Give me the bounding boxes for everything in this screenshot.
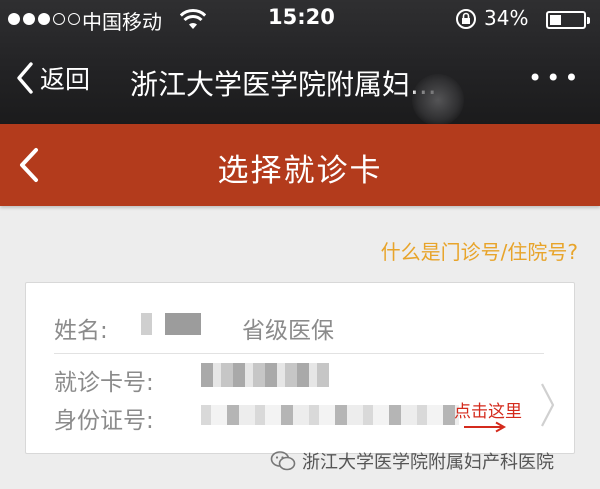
signal-dot [38, 13, 50, 25]
signal-dot-empty [68, 13, 80, 25]
wechat-logo-icon [270, 451, 296, 471]
masked-name [141, 313, 201, 335]
battery-fill [550, 15, 561, 25]
medical-card-item[interactable]: 姓名: 省级医保 就诊卡号: 身份证号: 点击这里 [25, 282, 575, 454]
chevron-left-icon [17, 62, 33, 94]
click-here-annotation: 点击这里 [454, 402, 522, 422]
what-is-outpatient-number-link[interactable]: 什么是门诊号/住院号? [381, 236, 578, 265]
wechat-navigation-bar: 返回 浙江大学医学院附属妇... ••• [0, 44, 600, 126]
carrier-name: 中国移动 [82, 10, 162, 34]
back-label: 返回 [40, 65, 91, 94]
back-button[interactable]: 返回 [14, 60, 90, 96]
id-number-label: 身份证号: [54, 408, 154, 434]
watermark-text: 浙江大学医学院附属妇产科医院 [302, 452, 554, 473]
chevron-right-icon[interactable] [538, 381, 556, 429]
card-divider [54, 353, 544, 354]
wifi-icon [180, 9, 206, 29]
signal-dot-empty [53, 13, 65, 25]
wechat-watermark: 浙江大学医学院附属妇产科医院 [270, 448, 554, 474]
signal-strength-icon [8, 13, 80, 25]
clock: 15:20 [268, 5, 335, 29]
card-number-label: 就诊卡号: [54, 370, 154, 396]
battery-percent: 34% [484, 6, 529, 30]
masked-card-number [201, 363, 329, 387]
touch-indicator [412, 74, 464, 126]
app-title: 选择就诊卡 [217, 153, 383, 189]
name-label: 姓名: [54, 318, 108, 344]
rotation-lock-icon [456, 9, 476, 29]
status-bar: 中国移动 15:20 34% [0, 0, 600, 40]
insurance-type: 省级医保 [242, 318, 334, 344]
app-header: 选择就诊卡 [0, 124, 600, 206]
wechat-top-area: 中国移动 15:20 34% 返回 浙江大学医学院附属妇... ••• [0, 0, 600, 126]
masked-id-number [201, 405, 459, 425]
battery-icon [546, 11, 590, 29]
arrow-right-icon [464, 421, 507, 433]
signal-dot [8, 13, 20, 25]
more-options-button[interactable]: ••• [528, 64, 582, 92]
signal-dot [23, 13, 35, 25]
